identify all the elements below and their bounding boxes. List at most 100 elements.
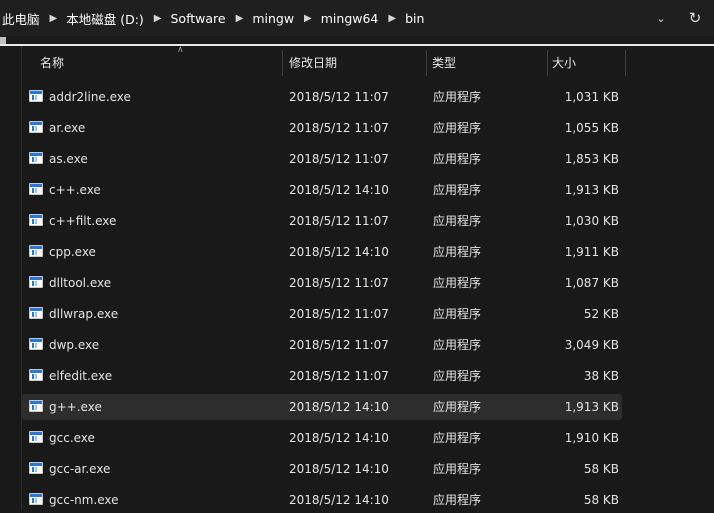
file-type: 应用程序 <box>433 369 482 383</box>
file-type: 应用程序 <box>433 276 482 290</box>
address-bar[interactable]: 此电脑 ▶ 本地磁盘 (D:) ▶ Software ▶ mingw ▶ min… <box>0 0 714 36</box>
sort-ascending-icon: ∧ <box>177 45 184 55</box>
breadcrumb-separator-icon[interactable]: ▶ <box>304 13 312 24</box>
exe-file-icon <box>29 245 43 257</box>
file-row[interactable]: c++filt.exe 2018/5/12 11:07 应用程序 1,030 K… <box>22 208 622 234</box>
refresh-icon[interactable]: ↻ <box>684 0 706 36</box>
file-size: 1,853 KB <box>564 152 619 166</box>
exe-file-icon <box>29 493 43 505</box>
file-name: elfedit.exe <box>49 369 113 383</box>
breadcrumb-separator-icon[interactable]: ▶ <box>388 13 396 24</box>
file-row[interactable]: addr2line.exe 2018/5/12 11:07 应用程序 1,031… <box>22 84 622 110</box>
file-date: 2018/5/12 11:07 <box>289 90 389 104</box>
exe-file-icon <box>29 400 43 412</box>
exe-file-icon <box>29 369 43 381</box>
file-type: 应用程序 <box>433 214 482 228</box>
breadcrumb-local-disk-d[interactable]: 本地磁盘 (D:) <box>66 9 144 28</box>
file-name: c++filt.exe <box>49 214 117 228</box>
column-header-date[interactable]: 修改日期 <box>289 46 337 78</box>
file-size: 1,055 KB <box>564 121 619 135</box>
file-date: 2018/5/12 14:10 <box>289 493 389 507</box>
file-type: 应用程序 <box>433 183 482 197</box>
file-type: 应用程序 <box>433 338 482 352</box>
file-type: 应用程序 <box>433 431 482 445</box>
file-name: as.exe <box>49 152 88 166</box>
file-row[interactable]: c++.exe 2018/5/12 14:10 应用程序 1,913 KB <box>22 177 622 203</box>
breadcrumb-software[interactable]: Software <box>171 11 226 26</box>
file-type: 应用程序 <box>433 462 482 476</box>
breadcrumb-separator-icon[interactable]: ▶ <box>50 13 58 24</box>
file-type: 应用程序 <box>433 493 482 507</box>
file-type: 应用程序 <box>433 152 482 166</box>
file-type: 应用程序 <box>433 121 482 135</box>
file-size: 52 KB <box>583 307 619 321</box>
exe-file-icon <box>29 214 43 226</box>
file-date: 2018/5/12 11:07 <box>289 276 389 290</box>
file-list: ∧ 名称 修改日期 类型 大小 addr2line.exe 2018/5/12 … <box>0 45 714 513</box>
file-name: gcc-ar.exe <box>49 462 111 476</box>
file-size: 38 KB <box>583 369 619 383</box>
column-header-type[interactable]: 类型 <box>432 46 456 78</box>
file-date: 2018/5/12 11:07 <box>289 369 389 383</box>
file-date: 2018/5/12 11:07 <box>289 121 389 135</box>
file-size: 1,087 KB <box>564 276 619 290</box>
file-name: dlltool.exe <box>49 276 112 290</box>
file-size: 3,049 KB <box>564 338 619 352</box>
column-divider[interactable] <box>625 50 626 76</box>
file-date: 2018/5/12 11:07 <box>289 152 389 166</box>
exe-file-icon <box>29 307 43 319</box>
file-name: gcc.exe <box>49 431 95 445</box>
column-header-size[interactable]: 大小 <box>552 46 576 78</box>
exe-file-icon <box>29 183 43 195</box>
file-name: g++.exe <box>49 400 102 414</box>
file-date: 2018/5/12 14:10 <box>289 245 389 259</box>
exe-file-icon <box>29 121 43 133</box>
file-name: dllwrap.exe <box>49 307 119 321</box>
breadcrumb-mingw64[interactable]: mingw64 <box>321 11 379 26</box>
file-size: 1,031 KB <box>564 90 619 104</box>
breadcrumb: 此电脑 ▶ 本地磁盘 (D:) ▶ Software ▶ mingw ▶ min… <box>2 0 424 36</box>
file-row[interactable]: elfedit.exe 2018/5/12 11:07 应用程序 38 KB <box>22 363 622 389</box>
file-row[interactable]: as.exe 2018/5/12 11:07 应用程序 1,853 KB <box>22 146 622 172</box>
breadcrumb-mingw[interactable]: mingw <box>252 11 294 26</box>
file-size: 58 KB <box>583 462 619 476</box>
file-row[interactable]: ar.exe 2018/5/12 11:07 应用程序 1,055 KB <box>22 115 622 141</box>
breadcrumb-this-pc[interactable]: 此电脑 <box>2 9 40 28</box>
breadcrumb-separator-icon[interactable]: ▶ <box>236 13 244 24</box>
file-size: 1,911 KB <box>564 245 619 259</box>
file-date: 2018/5/12 14:10 <box>289 431 389 445</box>
column-divider[interactable] <box>547 50 548 76</box>
file-row-selected[interactable]: g++.exe 2018/5/12 14:10 应用程序 1,913 KB <box>22 394 622 420</box>
file-row[interactable]: gcc-nm.exe 2018/5/12 14:10 应用程序 58 KB <box>22 487 622 513</box>
exe-file-icon <box>29 90 43 102</box>
file-name: addr2line.exe <box>49 90 131 104</box>
file-name: dwp.exe <box>49 338 100 352</box>
file-date: 2018/5/12 11:07 <box>289 338 389 352</box>
file-date: 2018/5/12 14:10 <box>289 183 389 197</box>
exe-file-icon <box>29 431 43 443</box>
file-name: ar.exe <box>49 121 86 135</box>
file-name: gcc-nm.exe <box>49 493 119 507</box>
column-header-name[interactable]: 名称 <box>40 46 64 78</box>
breadcrumb-bin[interactable]: bin <box>405 11 424 26</box>
file-date: 2018/5/12 14:10 <box>289 400 389 414</box>
exe-file-icon <box>29 338 43 350</box>
chevron-down-icon[interactable]: ⌄ <box>650 0 672 36</box>
file-type: 应用程序 <box>433 400 482 414</box>
column-divider[interactable] <box>426 50 427 76</box>
exe-file-icon <box>29 462 43 474</box>
file-row[interactable]: gcc.exe 2018/5/12 14:10 应用程序 1,910 KB <box>22 425 622 451</box>
exe-file-icon <box>29 152 43 164</box>
file-row[interactable]: cpp.exe 2018/5/12 14:10 应用程序 1,911 KB <box>22 239 622 265</box>
breadcrumb-separator-icon[interactable]: ▶ <box>154 13 162 24</box>
file-row[interactable]: gcc-ar.exe 2018/5/12 14:10 应用程序 58 KB <box>22 456 622 482</box>
file-row[interactable]: dllwrap.exe 2018/5/12 11:07 应用程序 52 KB <box>22 301 622 327</box>
file-row[interactable]: dlltool.exe 2018/5/12 11:07 应用程序 1,087 K… <box>22 270 622 296</box>
file-date: 2018/5/12 11:07 <box>289 307 389 321</box>
file-type: 应用程序 <box>433 307 482 321</box>
file-row[interactable]: dwp.exe 2018/5/12 11:07 应用程序 3,049 KB <box>22 332 622 358</box>
file-size: 1,910 KB <box>564 431 619 445</box>
exe-file-icon <box>29 276 43 288</box>
column-divider[interactable] <box>282 50 283 76</box>
file-size: 1,913 KB <box>564 400 619 414</box>
